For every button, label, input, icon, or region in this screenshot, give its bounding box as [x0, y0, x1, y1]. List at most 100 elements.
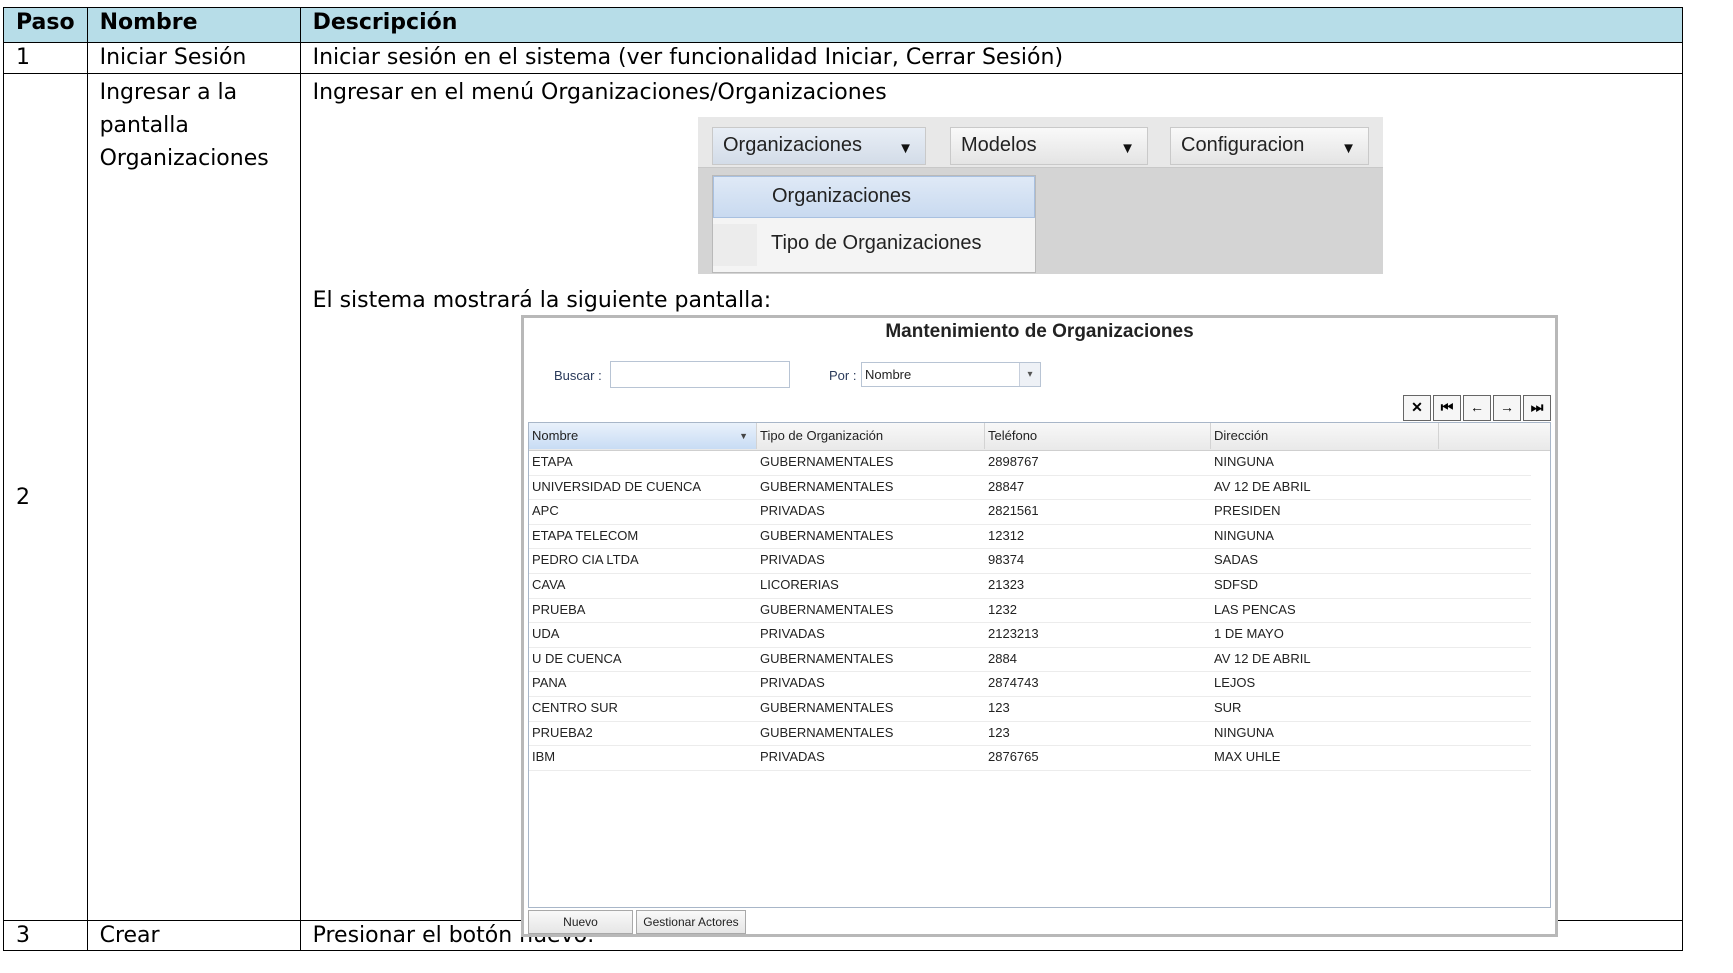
cell-telefono: 2874743: [988, 675, 1039, 691]
column-header-nombre[interactable]: Nombre ▼: [529, 423, 757, 449]
step-number: 1: [3, 42, 88, 74]
menu-label: Modelos: [961, 134, 1037, 156]
menu-bar: Organizaciones ▼ Modelos ▼ Configuracion…: [698, 117, 1383, 168]
cell-nombre: IBM: [532, 749, 556, 765]
cell-tipo: GUBERNAMENTALES: [760, 454, 894, 469]
step-name: Ingresar a la pantalla Organizaciones: [86, 73, 301, 921]
cell-telefono: 123: [988, 724, 1010, 740]
column-header-telefono[interactable]: Teléfono: [985, 423, 1211, 449]
app-screenshot: Mantenimiento de Organizaciones Buscar :…: [521, 315, 1558, 937]
cell-nombre: U DE CUENCA: [532, 650, 622, 666]
search-input[interactable]: [610, 361, 790, 388]
cell-telefono: 2876765: [988, 749, 1039, 765]
header-paso: Paso: [3, 7, 88, 43]
cell-telefono: 1232: [988, 601, 1017, 617]
cell-tipo: PRIVADAS: [760, 503, 825, 519]
select-value: Nombre: [865, 367, 912, 382]
cell-tipo: GUBERNAMENTALES: [760, 650, 894, 666]
nuevo-button[interactable]: Nuevo: [528, 910, 633, 934]
table-row[interactable]: IBM PRIVADAS 2876765 MAX UHLE: [529, 745, 1531, 771]
dropdown-item-label: Tipo de Organizaciones: [771, 232, 982, 254]
cell-telefono: 98374: [988, 552, 1025, 568]
gestionar-actores-button[interactable]: Gestionar Actores: [636, 910, 746, 934]
column-header-tipo[interactable]: Tipo de Organización: [757, 423, 985, 449]
table-row[interactable]: PANA PRIVADAS 2874743 LEJOS: [529, 671, 1531, 697]
cell-tipo: PRIVADAS: [760, 552, 825, 568]
cell-tipo: GUBERNAMENTALES: [760, 478, 894, 494]
menu-configuracion[interactable]: Configuracion ▼: [1170, 127, 1369, 165]
clear-button[interactable]: ✕: [1403, 395, 1431, 421]
cell-nombre: PRUEBA2: [532, 724, 593, 740]
table-row[interactable]: PRUEBA GUBERNAMENTALES 1232 LAS PENCAS: [529, 598, 1531, 624]
step-description-text: Ingresar en el menú Organizaciones/Organ…: [312, 80, 887, 105]
app-title: Mantenimiento de Organizaciones: [885, 321, 1194, 342]
cell-nombre: UNIVERSIDAD DE CUENCA: [532, 478, 702, 494]
cell-tipo: GUBERNAMENTALES: [760, 700, 894, 715]
cell-nombre: ETAPA: [532, 454, 573, 469]
cell-nombre: CENTRO SUR: [532, 700, 618, 715]
table-row[interactable]: UNIVERSIDAD DE CUENCA GUBERNAMENTALES 2884…: [529, 475, 1531, 501]
dropdown-item-tipo-organizaciones[interactable]: Tipo de Organizaciones: [713, 224, 1035, 266]
step-name-line: Organizaciones: [99, 146, 269, 171]
step-name: Iniciar Sesión: [86, 42, 301, 74]
table-row[interactable]: CAVA LICORERIAS 21323 SDFSD: [529, 573, 1531, 599]
cell-direccion: MAX UHLE: [1214, 749, 1281, 765]
menu-label: Organizaciones: [723, 134, 862, 156]
table-row[interactable]: U DE CUENCA GUBERNAMENTALES 2884 AV 12 DE A…: [529, 647, 1531, 673]
header-nombre: Nombre: [86, 7, 301, 43]
chevron-down-icon: ▾: [1019, 363, 1040, 386]
cell-nombre: CAVA: [532, 577, 566, 592]
cell-telefono: 2898767: [988, 454, 1039, 469]
caret-down-icon: ▼: [1341, 140, 1356, 157]
step-number: 3: [3, 920, 88, 951]
table-row[interactable]: APC PRIVADAS 2821561 PRESIDEN: [529, 499, 1531, 525]
cell-nombre: PEDRO CIA LTDA: [532, 552, 639, 568]
menu-modelos[interactable]: Modelos ▼: [950, 127, 1148, 165]
table-row[interactable]: UDA PRIVADAS 2123213 1 DE MAYO: [529, 622, 1531, 648]
step-name-line: Ingresar a la: [99, 80, 238, 105]
cell-telefono: 2123213: [988, 626, 1039, 642]
cell-tipo: GUBERNAMENTALES: [760, 601, 894, 617]
menu-label: Configuracion: [1181, 134, 1305, 156]
cell-nombre: ETAPA TELECOM: [532, 527, 639, 543]
cell-telefono: 21323: [988, 577, 1025, 592]
organizations-grid: Nombre ▼ Tipo de Organización Teléfono D…: [528, 422, 1551, 908]
cell-telefono: 2821561: [988, 503, 1039, 519]
caret-down-icon: ▼: [898, 140, 913, 157]
header-descripcion: Descripción: [299, 7, 1683, 43]
step-description: Iniciar sesión en el sistema (ver funcio…: [299, 42, 1683, 74]
dropdown-item-label: Organizaciones: [772, 185, 911, 207]
cell-telefono: 28847: [988, 478, 1025, 494]
menu-gutter: [713, 224, 757, 266]
cell-tipo: GUBERNAMENTALES: [760, 724, 894, 740]
step-name-line: pantalla: [99, 113, 189, 138]
table-row[interactable]: CENTRO SUR GUBERNAMENTALES 123 SUR: [529, 696, 1531, 722]
cell-direccion: SADAS: [1214, 552, 1259, 568]
prev-page-button[interactable]: ←: [1463, 395, 1491, 421]
table-row[interactable]: ETAPA GUBERNAMENTALES 2898767 NINGUNA: [529, 450, 1531, 476]
document-page: Paso Nombre Descripción 1 Iniciar Sesión…: [0, 0, 1733, 973]
table-row[interactable]: ETAPA TELECOM GUBERNAMENTALES 12312 NINGUNA: [529, 524, 1531, 550]
cell-telefono: 12312: [988, 527, 1025, 543]
next-page-button[interactable]: →: [1493, 395, 1521, 421]
step-name: Crear: [86, 920, 301, 951]
por-label: Por :: [829, 368, 857, 383]
cell-nombre: UDA: [532, 626, 560, 642]
sort-arrow-icon: ▼: [739, 431, 748, 441]
last-page-button[interactable]: ⏭: [1523, 395, 1551, 421]
cell-direccion: LEJOS: [1214, 675, 1256, 691]
menu-screenshot: Organizaciones ▼ Modelos ▼ Configuracion…: [698, 117, 1383, 274]
menu-organizaciones[interactable]: Organizaciones ▼: [712, 127, 926, 165]
cell-direccion: NINGUNA: [1214, 724, 1274, 740]
grid-header: Nombre ▼ Tipo de Organización Teléfono D…: [529, 423, 1550, 451]
search-field-select[interactable]: Nombre ▾: [861, 362, 1041, 387]
table-row[interactable]: PEDRO CIA LTDA PRIVADAS 98374 SADAS: [529, 548, 1531, 574]
column-label: Nombre: [532, 428, 579, 443]
dropdown-item-organizaciones[interactable]: Organizaciones: [713, 176, 1035, 218]
table-row[interactable]: PRUEBA2 GUBERNAMENTALES 123 NINGUNA: [529, 721, 1531, 747]
table-header-row: Paso Nombre Descripción: [3, 7, 1683, 43]
cell-nombre: PRUEBA: [532, 601, 586, 617]
first-page-button[interactable]: ⏮: [1433, 395, 1461, 421]
cell-direccion: PRESIDEN: [1214, 503, 1281, 519]
column-header-direccion[interactable]: Dirección: [1211, 423, 1439, 449]
